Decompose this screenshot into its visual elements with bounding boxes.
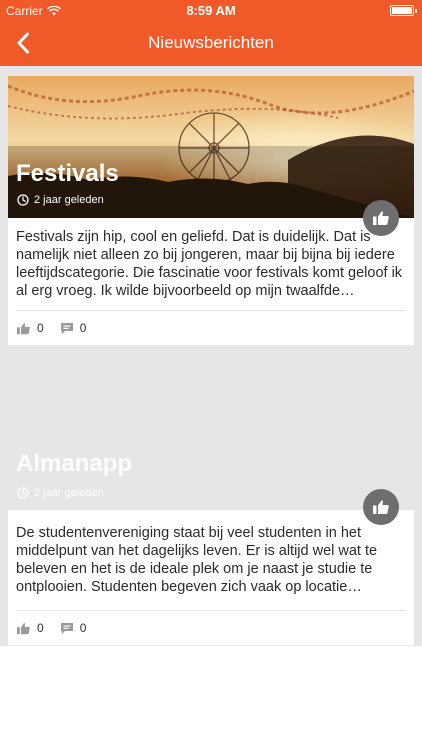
battery-icon — [390, 5, 417, 16]
clock-icon — [17, 487, 29, 499]
news-card-date: 2 jaar geleden — [17, 194, 104, 206]
news-card[interactable]: De studentenvereniging staat bij veel st… — [8, 510, 414, 645]
thumbs-up-icon — [373, 211, 389, 225]
comments-count-value: 0 — [79, 621, 87, 635]
news-card-date-label: 2 jaar geleden — [34, 487, 104, 499]
likes-count: 0 — [16, 321, 44, 335]
comment-icon — [60, 322, 73, 334]
page-title: Nieuwsberichten — [148, 33, 274, 52]
thumbs-up-icon — [17, 622, 30, 634]
thumbs-up-icon — [373, 500, 389, 514]
comments-count: 0 — [60, 321, 87, 335]
news-card-title: Festivals — [16, 160, 119, 187]
news-card-date-label: 2 jaar geleden — [34, 194, 104, 206]
clock: 8:59 AM — [186, 3, 236, 18]
news-card-stats: 0 0 — [8, 311, 414, 345]
comments-count-value: 0 — [79, 321, 87, 335]
navigation-bar: Nieuwsberichten — [0, 20, 422, 66]
news-card-title: Almanapp — [16, 450, 133, 477]
news-card-stats: 0 0 — [8, 611, 414, 645]
news-card-image: Festivals 2 jaar geleden — [8, 76, 414, 218]
likes-count: 0 — [16, 621, 44, 635]
clock-icon — [17, 194, 29, 206]
news-card[interactable]: Festivals 2 jaar geleden Festivals zijn … — [8, 76, 414, 345]
comment-icon — [60, 622, 73, 634]
news-card-date: 2 jaar geleden — [17, 487, 104, 499]
news-card-image: Almanapp 2 jaar geleden — [8, 370, 414, 510]
news-card-excerpt: Festivals zijn hip, cool en geliefd. Dat… — [16, 229, 403, 299]
likes-count-value: 0 — [37, 621, 44, 635]
news-card-excerpt: De studentenvereniging staat bij veel st… — [16, 525, 378, 595]
thumbs-up-icon — [17, 322, 30, 334]
comments-count: 0 — [60, 621, 87, 635]
likes-count-value: 0 — [37, 321, 44, 335]
news-list[interactable]: Festivals 2 jaar geleden Festivals zijn … — [0, 66, 422, 646]
like-button[interactable] — [363, 489, 399, 525]
like-button[interactable] — [363, 200, 399, 236]
status-bar: Carrier 8:59 AM — [0, 0, 422, 20]
